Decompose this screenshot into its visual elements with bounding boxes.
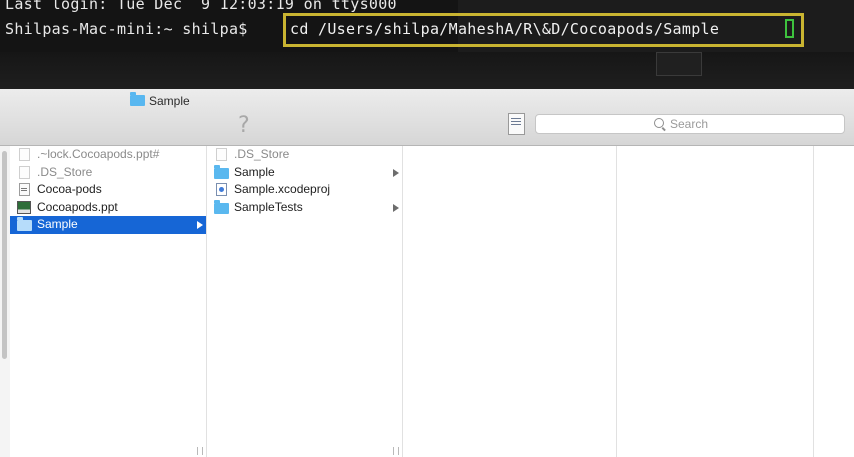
background-window-control (656, 52, 702, 76)
list-item-selected[interactable]: Sample (10, 216, 206, 234)
item-label: Sample (37, 217, 78, 231)
shell-prompt: Shilpas-Mac-mini:~ shilpa$ (5, 20, 257, 38)
list-item[interactable]: SampleTests (207, 199, 402, 217)
column-resize-handle[interactable] (197, 447, 203, 455)
finder-column-1: .~lock.Cocoapods.ppt# .DS_Store Cocoa-po… (10, 146, 207, 457)
item-label: SampleTests (234, 199, 303, 214)
folder-icon (214, 164, 229, 179)
finder-toolbar: Sample ? (0, 89, 854, 146)
list-item[interactable]: Cocoapods.ppt (10, 199, 206, 217)
item-label: Cocoa-pods (37, 182, 102, 196)
last-login-line: Last login: Tue Dec 9 12:03:19 on ttys00… (5, 0, 397, 13)
file-preview-icon[interactable] (508, 113, 525, 135)
item-label: Cocoapods.ppt (37, 199, 118, 214)
list-item[interactable]: .DS_Store (207, 146, 402, 164)
list-item[interactable]: Cocoa-pods (10, 181, 206, 199)
disclosure-arrow-icon (393, 168, 399, 177)
item-label: Sample (234, 164, 275, 179)
finder-column-5 (814, 146, 854, 457)
column-resize-handle[interactable] (393, 447, 399, 455)
help-question-icon[interactable]: ? (238, 113, 250, 138)
disclosure-arrow-icon (197, 221, 203, 229)
search-icon (654, 118, 664, 128)
terminal-window[interactable]: Last login: Tue Dec 9 12:03:19 on ttys00… (0, 0, 854, 89)
typed-command[interactable]: cd /Users/shilpa/MaheshA/R\&D/Cocoapods/… (290, 20, 719, 38)
title-folder-icon (130, 92, 145, 106)
item-label: .DS_Store (37, 164, 93, 179)
text-document-icon (19, 183, 30, 196)
list-item[interactable]: Sample.xcodeproj (207, 181, 402, 199)
folder-icon (17, 217, 32, 231)
list-item[interactable]: .~lock.Cocoapods.ppt# (10, 146, 206, 164)
terminal-cursor (785, 19, 794, 38)
finder-column-2: .DS_Store Sample Sample.xcodeproj Sample… (207, 146, 403, 457)
disclosure-arrow-icon (393, 203, 399, 212)
scrollbar-thumb[interactable] (2, 151, 7, 359)
terminal-shadow (0, 52, 854, 89)
search-input[interactable] (670, 116, 830, 132)
folder-icon (214, 199, 229, 214)
finder-column-4 (617, 146, 814, 457)
blank-document-icon (19, 165, 30, 179)
item-label: .DS_Store (234, 147, 290, 161)
presentation-icon (17, 200, 31, 214)
list-item[interactable]: .DS_Store (10, 164, 206, 182)
finder-column-3 (403, 146, 617, 457)
search-box[interactable] (535, 114, 845, 134)
finder-window: Sample ? .~lock.Cocoapods.ppt# .DS_Store… (0, 89, 854, 457)
blank-document-icon (19, 148, 30, 161)
blank-document-icon (216, 148, 227, 161)
item-label: Sample.xcodeproj (234, 182, 331, 196)
window-title: Sample (149, 94, 190, 108)
list-item[interactable]: Sample (207, 164, 402, 182)
xcode-project-icon (216, 183, 227, 196)
item-label: .~lock.Cocoapods.ppt# (37, 147, 160, 161)
